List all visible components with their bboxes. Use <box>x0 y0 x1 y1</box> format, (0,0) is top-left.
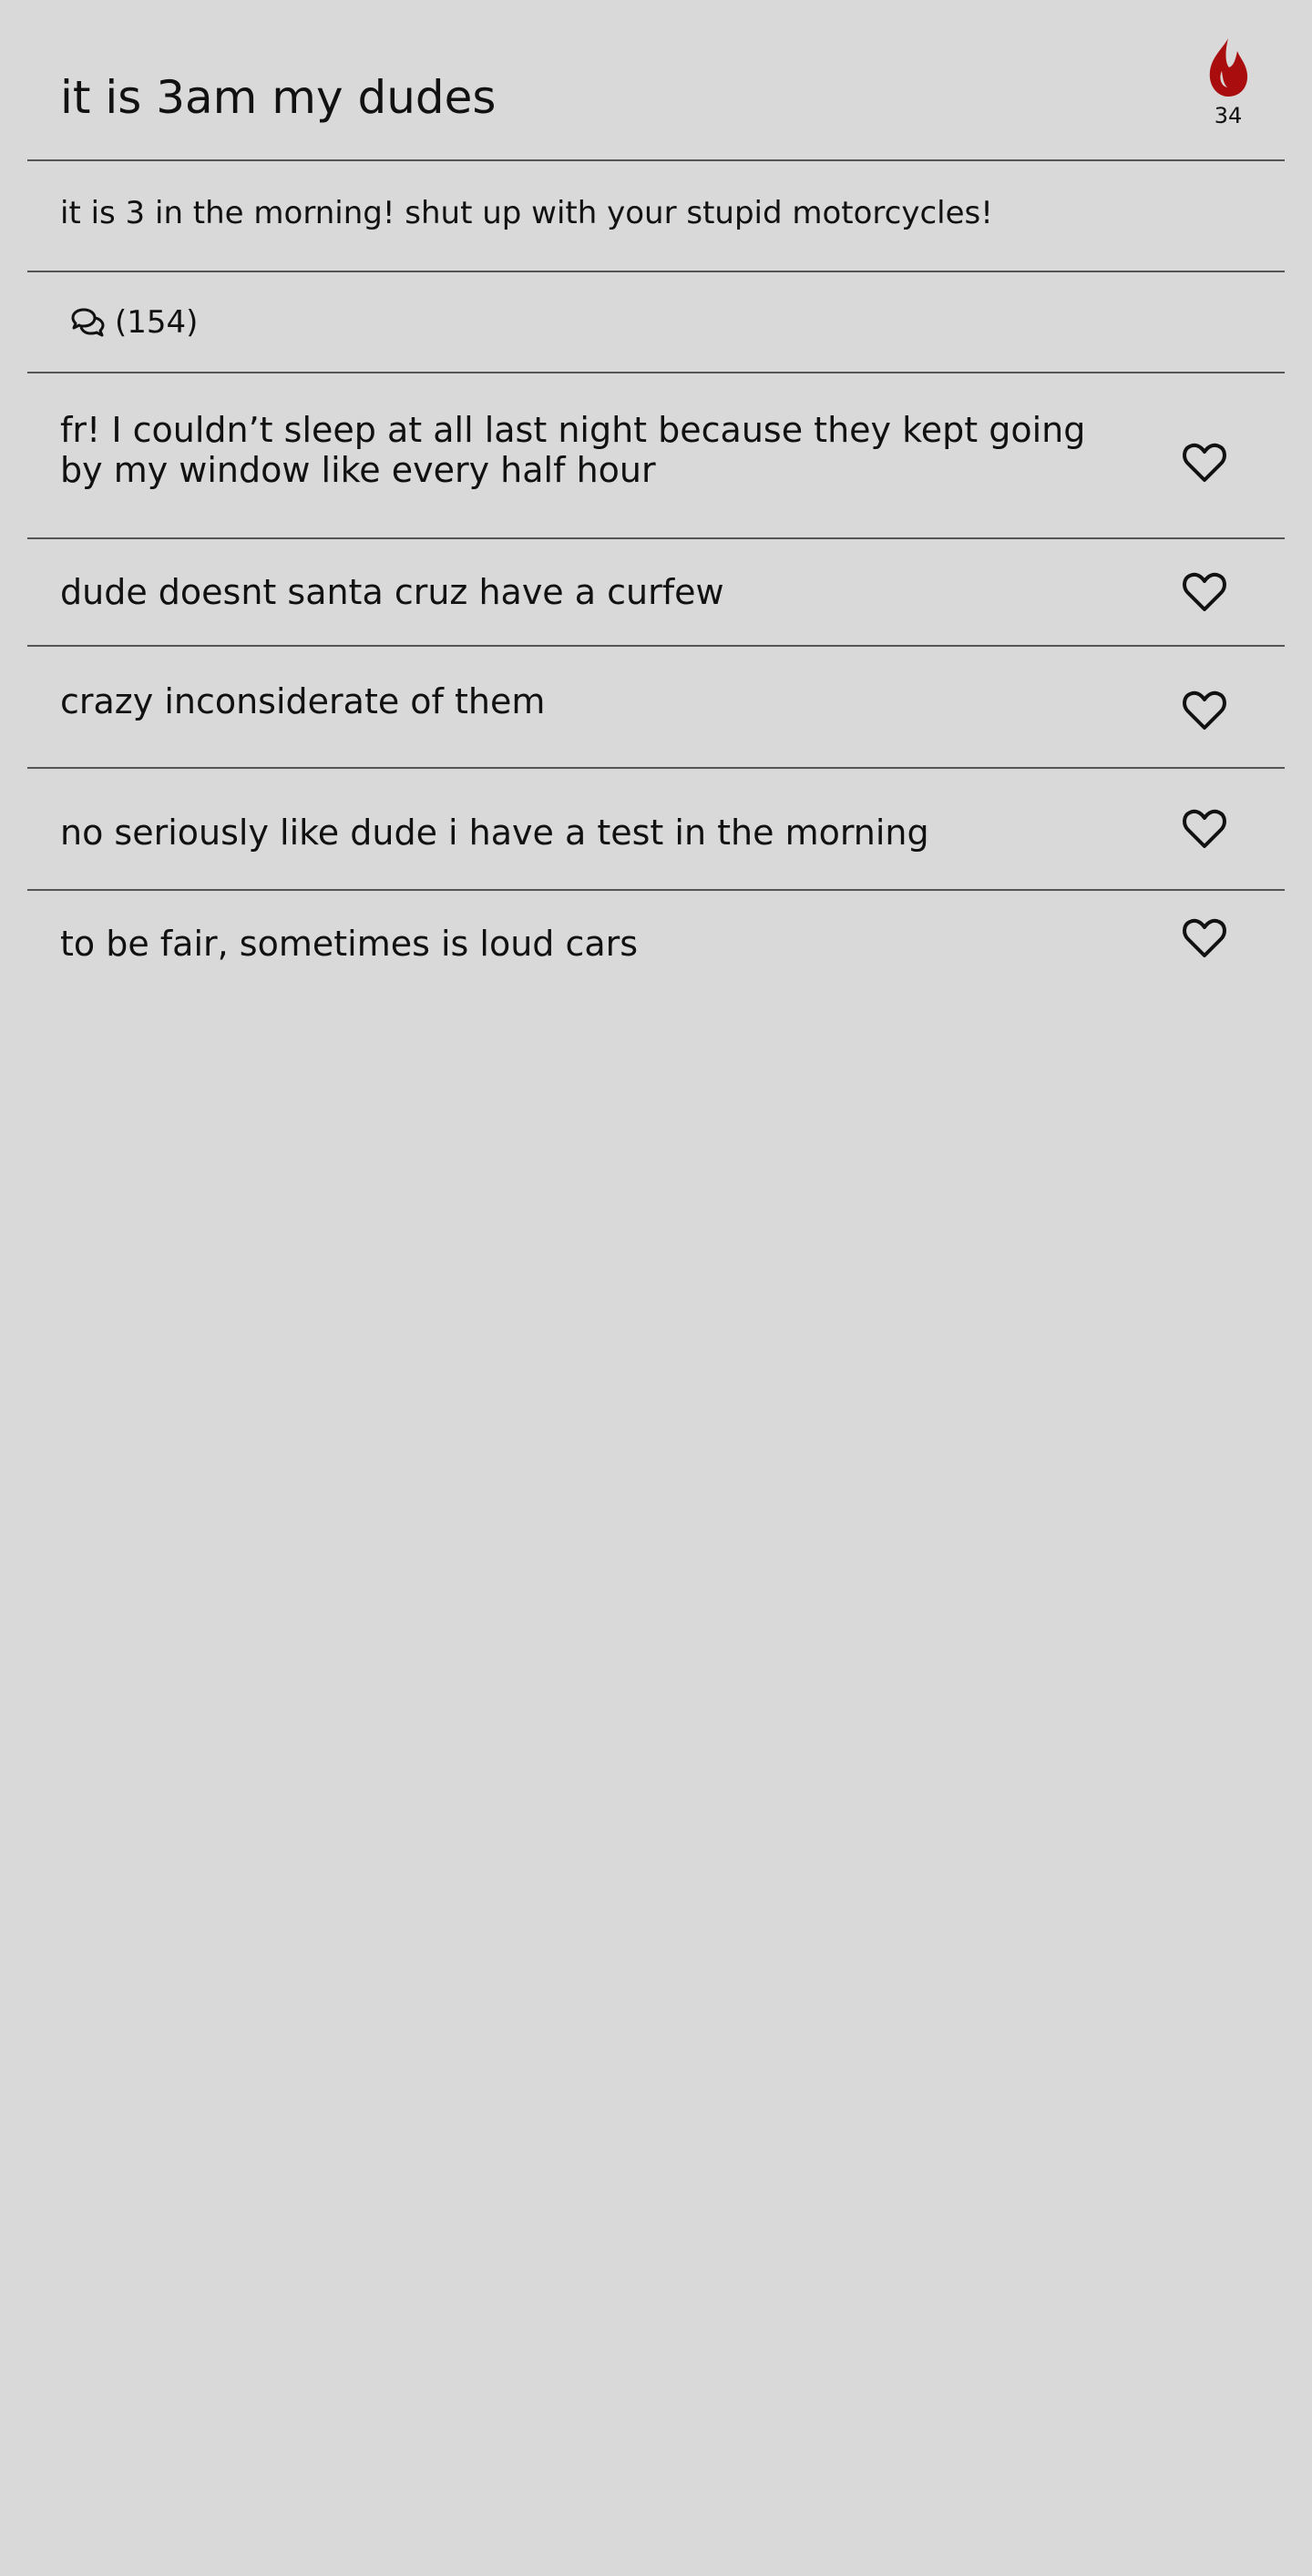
post-body: it is 3 in the morning! shut up with you… <box>60 195 993 231</box>
heat-count: 34 <box>1214 103 1243 128</box>
reply-text: no seriously like dude i have a test in … <box>60 813 929 853</box>
reply-item: dude doesnt santa cruz have a curfew <box>27 539 1285 645</box>
post-title: it is 3am my dudes <box>60 71 497 124</box>
divider <box>27 159 1285 161</box>
reply-item: no seriously like dude i have a test in … <box>27 769 1285 889</box>
reply-text: fr! I couldn’t sleep at all last night b… <box>60 410 1086 490</box>
speech-bubbles-icon <box>71 308 105 337</box>
reply-text: dude doesnt santa cruz have a curfew <box>60 572 724 612</box>
divider <box>27 271 1285 272</box>
reply-text: to be fair, sometimes is loud cars <box>60 924 639 964</box>
heart-outline-icon[interactable] <box>1181 570 1228 614</box>
reply-item: crazy inconsiderate of them <box>27 647 1285 767</box>
heart-outline-icon[interactable] <box>1181 916 1228 960</box>
reply-item: to be fair, sometimes is loud cars <box>27 891 1285 982</box>
heart-outline-icon[interactable] <box>1181 807 1228 851</box>
post-page: it is 3am my dudes 34 it is 3 in the mor… <box>0 0 1312 2576</box>
reply-item: fr! I couldn’t sleep at all last night b… <box>27 373 1285 537</box>
comments-label: (154) <box>115 304 199 341</box>
flame-icon <box>1209 38 1248 97</box>
heart-outline-icon[interactable] <box>1181 441 1228 485</box>
heart-outline-icon[interactable] <box>1181 689 1228 732</box>
comments-count[interactable]: (154) <box>69 297 198 348</box>
reply-text: crazy inconsiderate of them <box>60 681 546 721</box>
heat-indicator[interactable]: 34 <box>1184 36 1272 146</box>
